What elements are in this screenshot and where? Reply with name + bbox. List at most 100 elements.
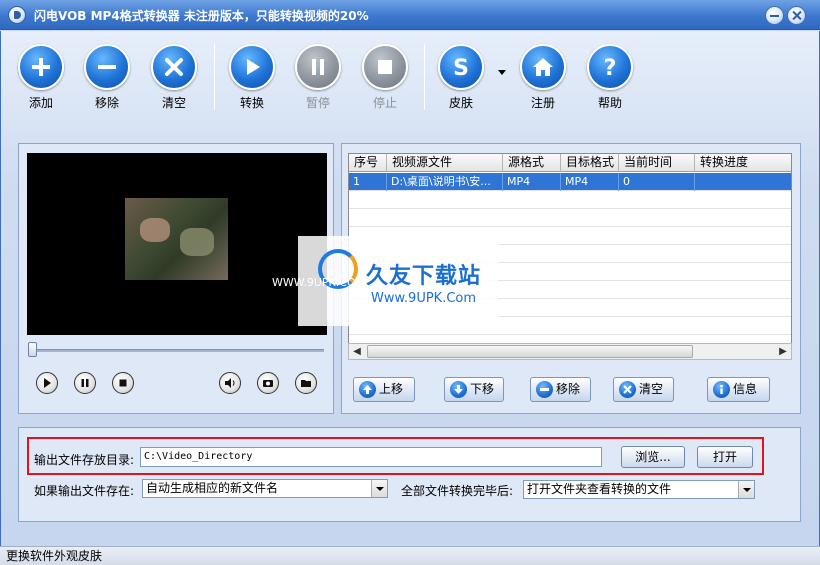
stop-control-button[interactable] xyxy=(112,372,134,394)
move-up-label: 上移 xyxy=(379,382,404,396)
speaker-icon xyxy=(225,378,235,388)
watermark-url: Www.9UPK.Com xyxy=(371,291,477,306)
skin-button[interactable]: S 皮肤 xyxy=(431,44,491,114)
play-control-button[interactable] xyxy=(36,372,58,394)
column-header-current-time[interactable]: 当前时间 xyxy=(619,154,695,172)
remove-button[interactable]: 移除 xyxy=(77,44,137,114)
skin-s-icon: S xyxy=(438,44,484,90)
pause-icon xyxy=(81,379,89,387)
pause-label: 暂停 xyxy=(305,96,330,110)
after-complete-label: 全部文件转换完毕后: xyxy=(401,484,514,498)
skin-label: 皮肤 xyxy=(448,96,473,110)
close-x-icon xyxy=(151,44,197,90)
info-icon xyxy=(713,381,730,398)
table-row-empty xyxy=(349,191,791,209)
output-dir-label: 输出文件存放目录: xyxy=(34,453,135,467)
minus-icon xyxy=(536,381,553,398)
play-icon xyxy=(229,44,275,90)
volume-button[interactable] xyxy=(219,372,241,394)
watermark-side-text: WWW.9UPK.COM xyxy=(272,276,366,289)
chevron-down-icon[interactable] xyxy=(371,480,387,497)
title-bar: 闪电VOB MP4格式转换器 未注册版本，只能转换视频的20% xyxy=(0,0,820,30)
app-icon xyxy=(8,6,26,24)
open-folder-button[interactable] xyxy=(295,372,317,394)
stop-icon xyxy=(362,44,408,90)
column-header-progress[interactable]: 转换进度 xyxy=(695,154,791,172)
info-button[interactable]: 信息 xyxy=(707,377,770,402)
watermark-title: 久友下载站 xyxy=(366,264,482,289)
add-button[interactable]: 添加 xyxy=(11,44,71,114)
arrow-up-icon xyxy=(359,381,376,398)
camera-icon xyxy=(263,380,273,387)
scroll-right-arrow-icon[interactable]: ▶ xyxy=(775,344,791,359)
status-text: 更换软件外观皮肤 xyxy=(6,549,103,563)
cell-source: D:\桌面\说明书\安... xyxy=(387,173,503,191)
info-label: 信息 xyxy=(733,382,758,396)
convert-label: 转换 xyxy=(239,96,264,110)
minus-icon xyxy=(84,44,130,90)
register-button[interactable]: 注册 xyxy=(513,44,573,114)
arrow-down-icon xyxy=(450,381,467,398)
help-button[interactable]: ? 帮助 xyxy=(580,44,640,114)
clear-button[interactable]: 清空 xyxy=(144,44,204,114)
svg-text:?: ? xyxy=(604,56,617,79)
exists-select[interactable]: 自动生成相应的新文件名 xyxy=(142,479,388,498)
close-button[interactable] xyxy=(787,6,806,25)
after-complete-select-value: 打开文件夹查看转换的文件 xyxy=(527,482,672,496)
move-up-button[interactable]: 上移 xyxy=(353,377,415,402)
table-row[interactable]: 1 D:\桌面\说明书\安... MP4 MP4 0 xyxy=(349,173,791,191)
remove-label: 移除 xyxy=(94,96,119,110)
seek-thumb[interactable] xyxy=(28,342,37,357)
column-header-dst-format[interactable]: 目标格式 xyxy=(561,154,619,172)
skin-dropdown-arrow-icon[interactable] xyxy=(498,70,506,75)
cell-dst-format: MP4 xyxy=(561,173,619,191)
plus-icon xyxy=(18,44,64,90)
cell-index: 1 xyxy=(349,173,387,191)
pause-control-button[interactable] xyxy=(74,372,96,394)
scrollbar-thumb[interactable] xyxy=(367,345,693,358)
list-clear-button[interactable]: 清空 xyxy=(613,377,674,402)
play-icon xyxy=(44,378,51,388)
svg-text:S: S xyxy=(453,56,469,79)
list-clear-label: 清空 xyxy=(639,382,664,396)
list-remove-label: 移除 xyxy=(556,382,581,396)
stop-button[interactable]: 停止 xyxy=(355,44,415,114)
toolbar-separator xyxy=(424,44,425,110)
browse-button[interactable]: 浏览... xyxy=(621,446,685,468)
column-header-index[interactable]: 序号 xyxy=(349,154,387,172)
video-frame-image xyxy=(125,198,228,280)
status-bar: 更换软件外观皮肤 xyxy=(0,546,820,565)
after-complete-select[interactable]: 打开文件夹查看转换的文件 xyxy=(523,480,755,499)
column-header-src-format[interactable]: 源格式 xyxy=(503,154,561,172)
clear-label: 清空 xyxy=(161,96,186,110)
snapshot-button[interactable] xyxy=(257,372,279,394)
folder-icon xyxy=(301,380,311,387)
home-icon xyxy=(520,44,566,90)
register-label: 注册 xyxy=(530,96,555,110)
cell-current-time: 0 xyxy=(619,173,695,191)
chevron-down-icon[interactable] xyxy=(738,481,754,498)
horizontal-scrollbar[interactable]: ◀ ▶ xyxy=(348,343,792,360)
add-label: 添加 xyxy=(28,96,53,110)
help-label: 帮助 xyxy=(597,96,622,110)
output-dir-input[interactable]: C:\Video_Directory xyxy=(140,447,602,467)
cell-src-format: MP4 xyxy=(503,173,561,191)
question-icon: ? xyxy=(587,44,633,90)
scroll-left-arrow-icon[interactable]: ◀ xyxy=(349,344,365,359)
stop-label: 停止 xyxy=(372,96,397,110)
pause-button[interactable]: 暂停 xyxy=(288,44,348,114)
seek-bar[interactable] xyxy=(30,349,324,352)
list-remove-button[interactable]: 移除 xyxy=(530,377,591,402)
pause-icon xyxy=(295,44,341,90)
column-header-source[interactable]: 视频源文件 xyxy=(387,154,503,172)
stop-icon xyxy=(119,379,127,387)
convert-button[interactable]: 转换 xyxy=(222,44,282,114)
exists-label: 如果输出文件存在: xyxy=(34,484,135,498)
toolbar-separator xyxy=(214,44,215,110)
close-x-icon xyxy=(619,381,636,398)
move-down-button[interactable]: 下移 xyxy=(444,377,504,402)
table-row-empty xyxy=(349,209,791,227)
minimize-button[interactable] xyxy=(765,6,784,25)
open-button[interactable]: 打开 xyxy=(697,446,753,468)
table-header: 序号 视频源文件 源格式 目标格式 当前时间 转换进度 xyxy=(349,154,791,172)
